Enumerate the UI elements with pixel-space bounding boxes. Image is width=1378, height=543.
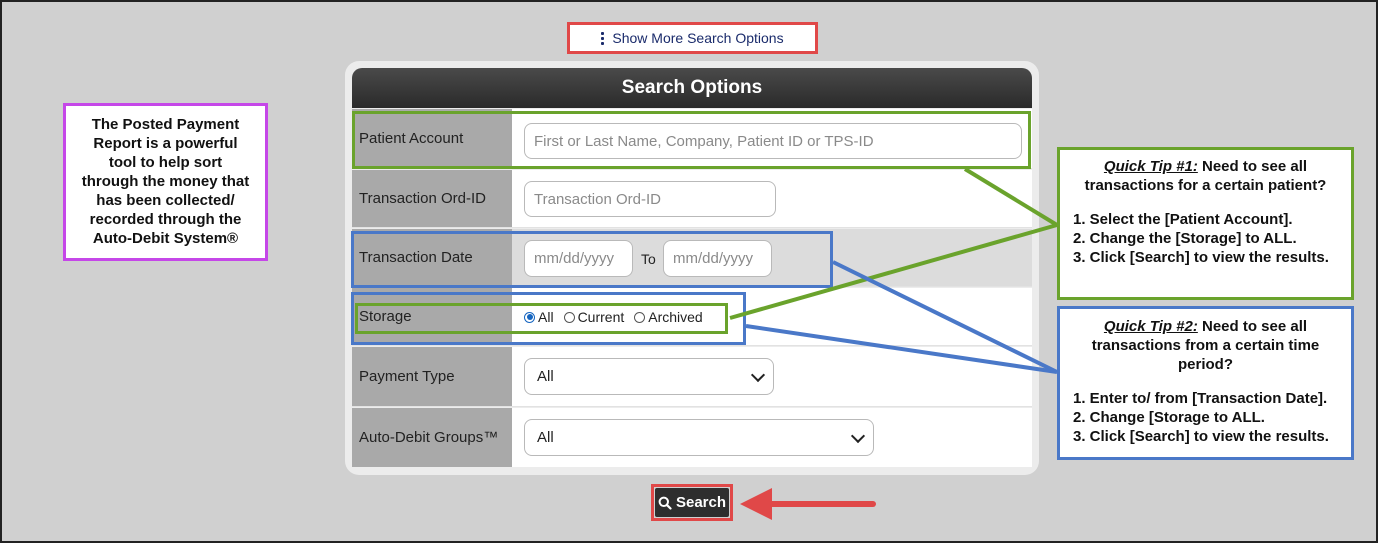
posted-payment-note: The Posted Payment Report is a powerful … <box>63 103 268 261</box>
show-more-label: Show More Search Options <box>612 30 784 46</box>
patient-account-input[interactable] <box>524 123 1022 159</box>
patient-account-label: Patient Account <box>352 109 512 168</box>
radio-selected-icon[interactable] <box>524 311 535 323</box>
panel-title: Search Options <box>352 68 1032 108</box>
storage-label: Storage <box>352 288 512 345</box>
chevron-down-icon <box>750 367 766 382</box>
search-button[interactable]: Search <box>655 488 729 517</box>
storage-radio-group: All Current Archived <box>524 309 703 325</box>
payment-type-select[interactable]: All <box>524 358 774 395</box>
storage-option-current[interactable]: Current <box>563 309 624 325</box>
row-transaction-date: Transaction Date To <box>352 229 1032 287</box>
vertical-dots-icon <box>601 31 605 45</box>
transaction-ord-id-label: Transaction Ord-ID <box>352 170 512 227</box>
quick-tip-2: Quick Tip #2: Need to see all transactio… <box>1057 306 1354 460</box>
chevron-down-icon <box>850 428 866 443</box>
quick-tip-1-steps: 1. Select the [Patient Account]. 2. Chan… <box>1073 211 1329 266</box>
storage-option-archived[interactable]: Archived <box>634 309 703 325</box>
auto-debit-groups-label: Auto-Debit Groups™ <box>352 408 512 467</box>
quick-tip-1: Quick Tip #1: Need to see all transactio… <box>1057 147 1354 300</box>
quick-tip-2-steps: 1. Enter to/ from [Transaction Date]. 2.… <box>1073 390 1329 445</box>
show-more-search-options-link[interactable]: Show More Search Options <box>567 22 818 54</box>
row-payment-type: Payment Type All <box>352 347 1032 407</box>
row-auto-debit-groups: Auto-Debit Groups™ All <box>352 408 1032 467</box>
payment-type-label: Payment Type <box>352 347 512 406</box>
row-patient-account: Patient Account <box>352 109 1032 169</box>
row-transaction-ord-id: Transaction Ord-ID <box>352 170 1032 228</box>
date-to-label: To <box>641 251 656 267</box>
transaction-ord-id-input[interactable] <box>524 181 776 217</box>
transaction-date-label: Transaction Date <box>352 229 512 286</box>
storage-option-all[interactable]: All <box>524 309 554 325</box>
search-icon <box>658 496 672 510</box>
quick-tip-2-title: Quick Tip #2: <box>1103 318 1198 335</box>
transaction-date-from-input[interactable] <box>524 240 633 277</box>
transaction-date-to-input[interactable] <box>663 240 772 277</box>
posted-payment-text: The Posted Payment Report is a powerful … <box>81 116 250 247</box>
row-storage: Storage All Current Archived <box>352 288 1032 346</box>
radio-icon[interactable] <box>634 311 646 323</box>
radio-icon[interactable] <box>563 311 575 323</box>
quick-tip-1-title: Quick Tip #1: <box>1103 158 1198 175</box>
auto-debit-groups-select[interactable]: All <box>524 419 874 456</box>
